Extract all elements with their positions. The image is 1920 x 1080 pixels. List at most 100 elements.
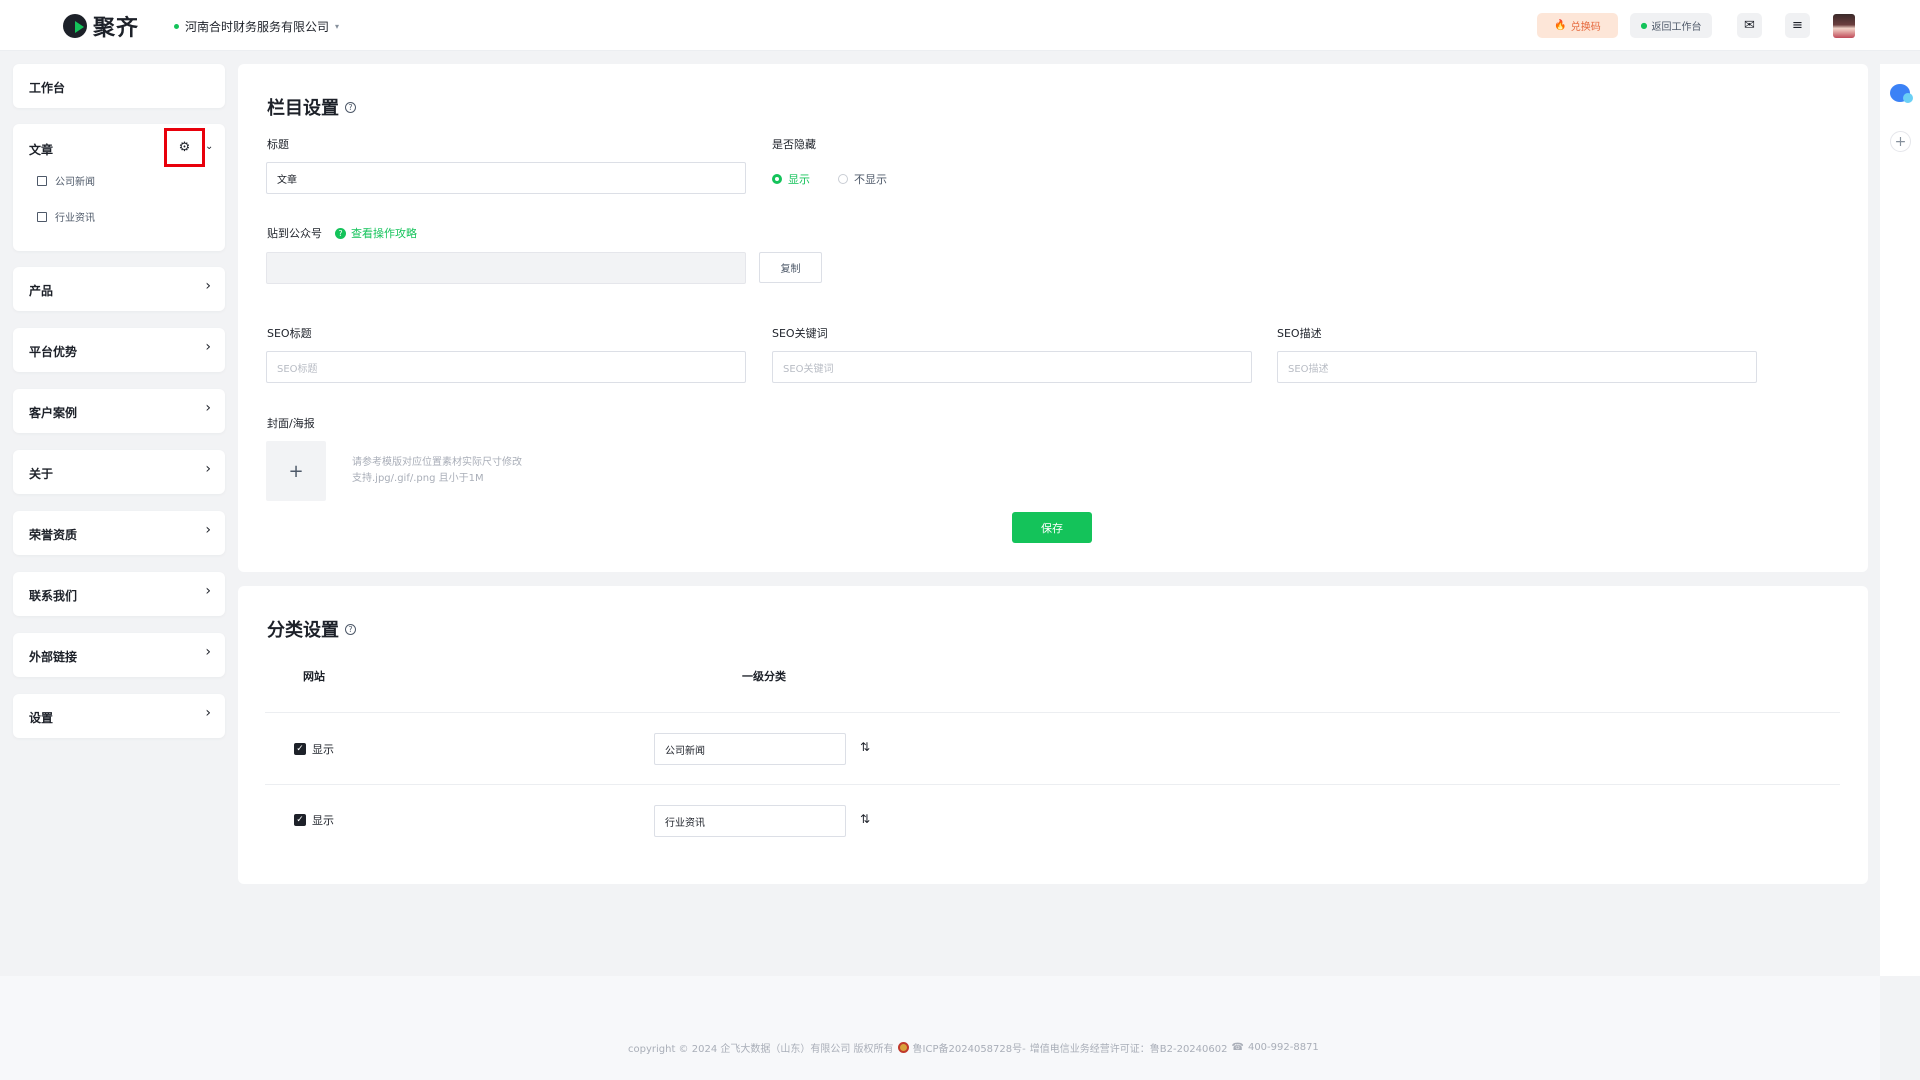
cover-label: 封面/海报	[267, 417, 315, 430]
radio-checked-icon	[772, 174, 782, 184]
section-title-text: 分类设置	[267, 620, 339, 641]
sidebar-item-about[interactable]: 关于 ›	[13, 450, 225, 494]
sidebar-subitem-label: 行业资讯	[55, 213, 95, 224]
sidebar-item-label: 客户案例	[29, 406, 78, 420]
document-icon	[37, 211, 47, 222]
category-name-input[interactable]: 公司新闻	[654, 733, 846, 765]
sidebar-item-label: 联系我们	[29, 589, 78, 603]
logo[interactable]: 聚齐	[63, 10, 139, 42]
seo-desc-input[interactable]: SEO描述	[1277, 351, 1757, 383]
sidebar-item-contact[interactable]: 联系我们 ›	[13, 572, 225, 616]
checkbox-label: 显示	[312, 814, 334, 827]
sidebar-item-label: 关于	[29, 467, 54, 481]
fire-icon: 🔥	[1554, 20, 1567, 31]
sort-icon[interactable]: ⇅	[860, 740, 870, 754]
save-button[interactable]: 保存	[1012, 512, 1092, 543]
title-input[interactable]: 文章	[266, 162, 746, 194]
divider	[265, 784, 1840, 785]
add-icon[interactable]: +	[1890, 131, 1911, 152]
cover-hint-line: 支持.jpg/.gif/.png 且小于1M	[352, 473, 484, 484]
upload-button[interactable]: +	[266, 441, 326, 501]
chevron-right-icon: ›	[205, 461, 211, 477]
section-title-text: 栏目设置	[267, 98, 339, 119]
chevron-up-icon[interactable]: ⌄	[205, 141, 213, 152]
checkbox-checked-icon: ✓	[294, 743, 306, 755]
chevron-right-icon: ›	[205, 583, 211, 599]
cover-hint-line: 请参考模版对应位置素材实际尺寸修改	[352, 457, 522, 468]
radio-hide[interactable]: 不显示	[838, 171, 887, 187]
checkbox-label: 显示	[312, 743, 334, 756]
sidebar-subitem-industry-news[interactable]: 行业资讯	[37, 209, 95, 224]
show-checkbox[interactable]: ✓ 显示	[294, 812, 334, 828]
redeem-label: 兑换码	[1570, 22, 1601, 33]
sidebar-subitem-label: 公司新闻	[55, 177, 95, 188]
seo-title-input[interactable]: SEO标题	[266, 351, 746, 383]
company-switcher[interactable]: 河南合时财务服务有限公司 ▾	[174, 18, 339, 35]
right-rail: +	[1880, 64, 1920, 976]
guide-link[interactable]: ? 查看操作攻略	[335, 225, 417, 241]
sidebar-item-label: 工作台	[29, 81, 66, 95]
help-icon[interactable]: ?	[345, 623, 356, 635]
category-settings-panel: 分类设置 ? 网站 一级分类 ✓ 显示 公司新闻 ⇅ ✓ 显示 行业资讯 ⇅	[238, 586, 1868, 884]
menu-icon[interactable]: ≡	[1785, 13, 1810, 38]
sort-icon[interactable]: ⇅	[860, 812, 870, 826]
top-header: 聚齐 河南合时财务服务有限公司 ▾ 🔥 兑换码 ● 返回工作台 ✉ ≡	[0, 0, 1920, 51]
sidebar-item-label: 产品	[29, 284, 54, 298]
column-header-level1: 一级分类	[742, 670, 786, 683]
sidebar-item-label: 外部链接	[29, 650, 78, 664]
title-label: 标题	[267, 138, 289, 151]
seo-keywords-label: SEO关键词	[772, 327, 828, 340]
guide-link-text: 查看操作攻略	[351, 227, 417, 240]
footer	[0, 976, 1880, 1080]
sidebar-item-external-links[interactable]: 外部链接 ›	[13, 633, 225, 677]
copyright-text: copyright © 2024 企飞大数据（山东）有限公司 版权所有	[628, 1044, 894, 1055]
chevron-right-icon: ›	[205, 644, 211, 660]
chat-icon[interactable]	[1890, 84, 1913, 103]
radio-label: 显示	[788, 173, 810, 186]
sidebar-subitem-company-news[interactable]: 公司新闻	[37, 173, 95, 188]
sidebar-item-workbench[interactable]: 工作台	[13, 64, 225, 108]
sidebar-item-label: 荣誉资质	[29, 528, 78, 542]
sidebar-item-honors[interactable]: 荣誉资质 ›	[13, 511, 225, 555]
plus-icon: +	[288, 460, 304, 482]
help-icon[interactable]: ?	[345, 101, 356, 113]
avatar[interactable]	[1833, 14, 1855, 38]
license-text: 增值电信业务经营许可证：鲁B2-20240602	[1029, 1044, 1228, 1055]
mail-icon[interactable]: ✉	[1737, 13, 1762, 38]
sidebar-item-product[interactable]: 产品 ›	[13, 267, 225, 311]
category-name-input[interactable]: 行业资讯	[654, 805, 846, 837]
sidebar-item-advantages[interactable]: 平台优势 ›	[13, 328, 225, 372]
sidebar-item-label: 设置	[29, 711, 54, 725]
seo-desc-label: SEO描述	[1277, 327, 1322, 340]
back-label: 返回工作台	[1651, 22, 1702, 33]
section-title: 分类设置 ?	[267, 616, 356, 642]
copy-button[interactable]: 复制	[759, 252, 822, 283]
logo-text: 聚齐	[93, 16, 140, 41]
caret-down-icon: ▾	[335, 22, 340, 31]
divider	[265, 712, 1840, 713]
hide-label: 是否隐藏	[772, 138, 816, 151]
sidebar-item-label[interactable]: 文章	[29, 141, 53, 158]
phone-icon: ☎	[1231, 1042, 1244, 1053]
wechat-url-field[interactable]	[266, 252, 746, 284]
gear-icon[interactable]: ⚙	[164, 128, 205, 167]
status-dot-icon	[174, 24, 179, 29]
chevron-right-icon: ›	[205, 400, 211, 416]
radio-show[interactable]: 显示	[772, 171, 810, 187]
checkbox-checked-icon: ✓	[294, 814, 306, 826]
icp-link[interactable]: 鲁ICP备2024058728号-	[913, 1040, 1026, 1055]
back-to-workbench-button[interactable]: ● 返回工作台	[1630, 13, 1712, 38]
sidebar-item-cases[interactable]: 客户案例 ›	[13, 389, 225, 433]
logo-icon	[63, 14, 87, 38]
wechat-label: 贴到公众号	[267, 227, 322, 240]
seo-title-label: SEO标题	[267, 327, 312, 340]
redeem-code-button[interactable]: 🔥 兑换码	[1537, 13, 1618, 38]
phone-text: 400-992-8871	[1247, 1042, 1319, 1053]
chevron-right-icon: ›	[205, 339, 211, 355]
sidebar-item-settings[interactable]: 设置 ›	[13, 694, 225, 738]
show-checkbox[interactable]: ✓ 显示	[294, 741, 334, 757]
seo-keywords-input[interactable]: SEO关键词	[772, 351, 1252, 383]
column-settings-panel: 栏目设置 ? 标题 文章 是否隐藏 显示 不显示 贴到公众号 ? 查看操作攻略 …	[238, 64, 1868, 572]
footer-text: copyright © 2024 企飞大数据（山东）有限公司 版权所有 鲁ICP…	[628, 1040, 1319, 1055]
question-icon: ?	[335, 227, 346, 239]
